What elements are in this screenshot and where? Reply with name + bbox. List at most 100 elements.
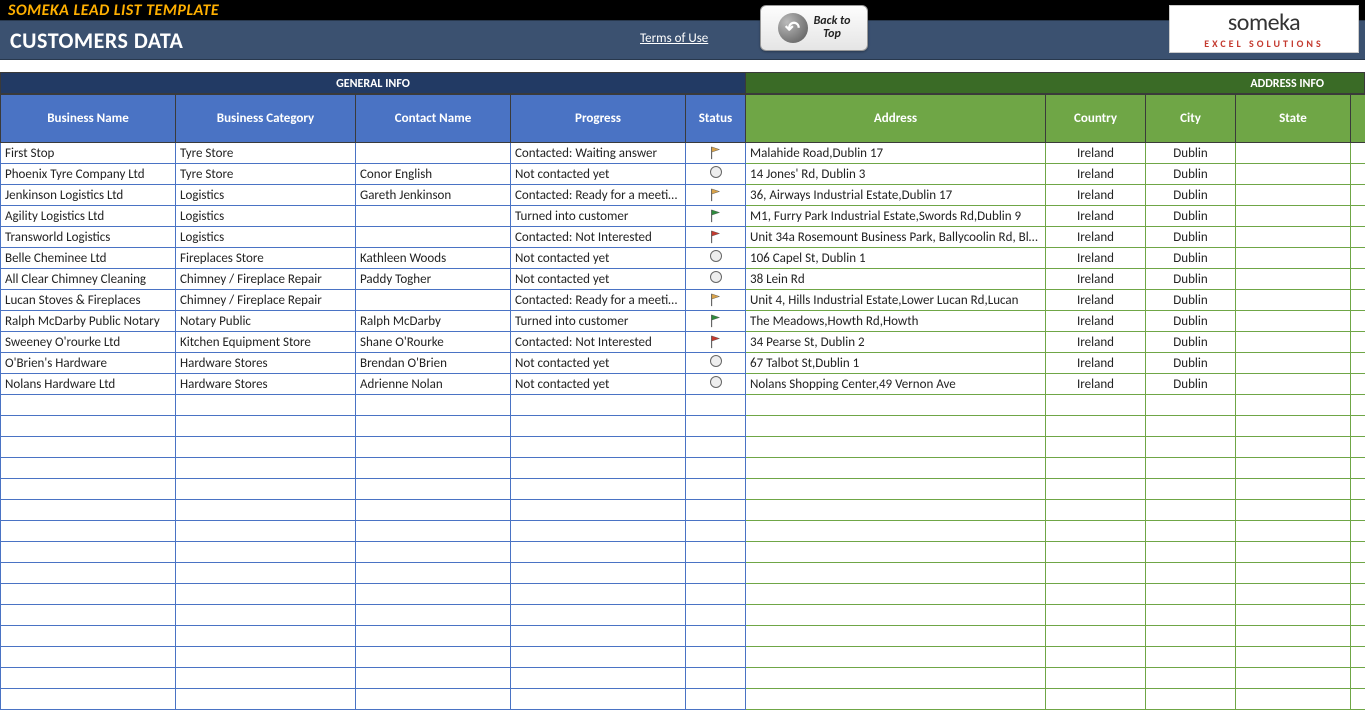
cell-business-name[interactable]: Belle Cheminee Ltd [1,248,176,269]
empty-cell[interactable] [511,500,686,521]
empty-cell[interactable] [176,500,356,521]
empty-cell[interactable] [356,689,511,710]
cell-progress[interactable]: Contacted: Not Interested [511,227,686,248]
empty-cell[interactable] [1351,668,1365,689]
empty-cell[interactable] [1046,500,1146,521]
empty-cell[interactable] [1046,563,1146,584]
empty-cell[interactable] [686,458,746,479]
cell-business-category[interactable]: Chimney / Fireplace Repair [176,290,356,311]
empty-cell[interactable] [511,626,686,647]
empty-cell[interactable] [1146,437,1236,458]
cell-business-category[interactable]: Logistics [176,206,356,227]
col-address[interactable]: Address [746,95,1046,143]
cell-address[interactable]: 67 Talbot St,Dublin 1 [746,353,1046,374]
col-extra[interactable] [1351,95,1365,143]
empty-cell[interactable] [1236,500,1351,521]
cell-state[interactable] [1236,374,1351,395]
empty-cell[interactable] [686,521,746,542]
empty-cell[interactable] [356,521,511,542]
empty-cell[interactable] [356,437,511,458]
cell-city[interactable]: Dublin [1146,206,1236,227]
empty-cell[interactable] [1046,584,1146,605]
cell-extra[interactable] [1351,353,1365,374]
cell-progress[interactable]: Not contacted yet [511,353,686,374]
empty-cell[interactable] [511,647,686,668]
empty-cell[interactable] [176,458,356,479]
cell-address[interactable]: Malahide Road,Dublin 17 [746,143,1046,164]
cell-progress[interactable]: Contacted: Ready for a meeting [511,290,686,311]
cell-business-category[interactable]: Notary Public [176,311,356,332]
table-row[interactable]: Nolans Hardware LtdHardware StoresAdrien… [1,374,1365,395]
table-row[interactable] [1,416,1365,437]
empty-cell[interactable] [176,647,356,668]
empty-cell[interactable] [1,584,176,605]
empty-cell[interactable] [1046,416,1146,437]
empty-cell[interactable] [356,668,511,689]
cell-extra[interactable] [1351,332,1365,353]
cell-country[interactable]: Ireland [1046,227,1146,248]
empty-cell[interactable] [511,416,686,437]
empty-cell[interactable] [746,584,1046,605]
cell-extra[interactable] [1351,290,1365,311]
empty-cell[interactable] [1146,458,1236,479]
empty-cell[interactable] [356,395,511,416]
empty-cell[interactable] [686,563,746,584]
cell-address[interactable]: 106 Capel St, Dublin 1 [746,248,1046,269]
cell-state[interactable] [1236,206,1351,227]
empty-cell[interactable] [356,416,511,437]
table-row[interactable] [1,584,1365,605]
empty-cell[interactable] [356,542,511,563]
empty-cell[interactable] [1351,458,1365,479]
cell-progress[interactable]: Contacted: Not Interested [511,332,686,353]
empty-cell[interactable] [1236,605,1351,626]
empty-cell[interactable] [176,563,356,584]
cell-business-name[interactable]: Lucan Stoves & Fireplaces [1,290,176,311]
cell-country[interactable]: Ireland [1046,290,1146,311]
cell-business-category[interactable]: Chimney / Fireplace Repair [176,269,356,290]
empty-cell[interactable] [1236,542,1351,563]
table-row[interactable]: Ralph McDarby Public NotaryNotary Public… [1,311,1365,332]
cell-business-category[interactable]: Logistics [176,227,356,248]
cell-progress[interactable]: Turned into customer [511,311,686,332]
empty-cell[interactable] [511,395,686,416]
empty-cell[interactable] [746,437,1046,458]
empty-cell[interactable] [1046,689,1146,710]
cell-business-name[interactable]: Jenkinson Logistics Ltd [1,185,176,206]
cell-business-name[interactable]: O'Brien's Hardware [1,353,176,374]
empty-cell[interactable] [1146,605,1236,626]
col-status[interactable]: Status [686,95,746,143]
cell-status[interactable] [686,269,746,290]
empty-cell[interactable] [1146,500,1236,521]
empty-cell[interactable] [1,416,176,437]
cell-city[interactable]: Dublin [1146,164,1236,185]
empty-cell[interactable] [356,479,511,500]
table-row[interactable] [1,626,1365,647]
cell-contact-name[interactable] [356,290,511,311]
cell-status[interactable] [686,143,746,164]
cell-business-category[interactable]: Logistics [176,185,356,206]
empty-cell[interactable] [746,626,1046,647]
empty-cell[interactable] [1351,605,1365,626]
empty-cell[interactable] [686,689,746,710]
table-row[interactable]: Transworld LogisticsLogisticsContacted: … [1,227,1365,248]
table-row[interactable] [1,395,1365,416]
empty-cell[interactable] [356,563,511,584]
empty-cell[interactable] [511,605,686,626]
empty-cell[interactable] [511,584,686,605]
empty-cell[interactable] [176,437,356,458]
empty-cell[interactable] [746,668,1046,689]
cell-city[interactable]: Dublin [1146,332,1236,353]
cell-business-name[interactable]: Sweeney O'rourke Ltd [1,332,176,353]
cell-country[interactable]: Ireland [1046,332,1146,353]
table-row[interactable]: Agility Logistics LtdLogisticsTurned int… [1,206,1365,227]
empty-cell[interactable] [1351,395,1365,416]
cell-business-name[interactable]: Agility Logistics Ltd [1,206,176,227]
table-row[interactable] [1,689,1365,710]
cell-country[interactable]: Ireland [1046,164,1146,185]
cell-extra[interactable] [1351,227,1365,248]
table-row[interactable]: Jenkinson Logistics LtdLogisticsGareth J… [1,185,1365,206]
empty-cell[interactable] [686,542,746,563]
table-row[interactable]: O'Brien's HardwareHardware StoresBrendan… [1,353,1365,374]
cell-state[interactable] [1236,143,1351,164]
cell-extra[interactable] [1351,269,1365,290]
